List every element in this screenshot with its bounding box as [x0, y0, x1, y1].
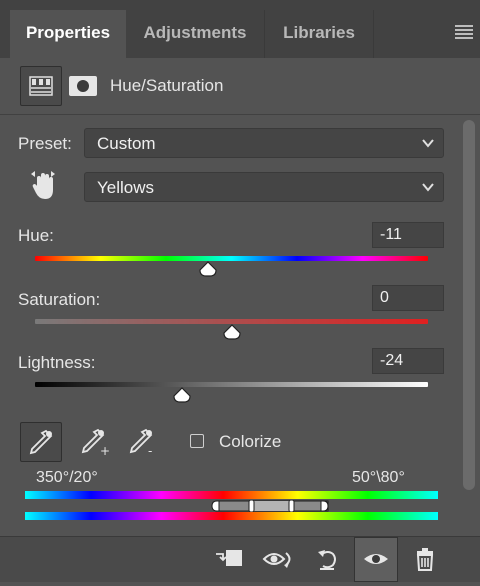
- channel-value: Yellows: [97, 178, 155, 197]
- tab-separator: [373, 10, 374, 58]
- lightness-value: -24: [380, 352, 404, 369]
- hue-input[interactable]: -11: [372, 222, 444, 248]
- svg-text:+: +: [100, 444, 110, 458]
- range-left-label: 350°/20°: [36, 469, 98, 486]
- eyedropper-icon[interactable]: [20, 422, 62, 462]
- hue-value: -11: [380, 226, 402, 243]
- input-color-bar: [25, 491, 438, 499]
- preset-value: Custom: [97, 134, 156, 153]
- hue-saturation-adjustment-icon[interactable]: [20, 66, 62, 106]
- colorize-label[interactable]: Colorize: [219, 432, 281, 452]
- channel-select[interactable]: Yellows: [84, 172, 444, 202]
- saturation-value: 0: [380, 289, 389, 306]
- svg-text:-: -: [148, 444, 152, 458]
- scrollbar-thumb[interactable]: [463, 120, 475, 490]
- preset-label: Preset:: [18, 134, 72, 153]
- tab-adjustments[interactable]: Adjustments: [126, 10, 264, 58]
- header-divider: [0, 114, 480, 115]
- range-right-label: 50°\80°: [352, 469, 405, 486]
- panel-tab-bar: Properties Adjustments Libraries: [0, 0, 480, 58]
- hue-slider-thumb[interactable]: [198, 261, 218, 277]
- delete-adjustment-icon[interactable]: [412, 546, 440, 572]
- lightness-slider-thumb[interactable]: [172, 387, 192, 403]
- on-image-adjustment-hand-icon[interactable]: [28, 170, 58, 202]
- chevron-down-icon: [422, 183, 434, 192]
- lightness-label: Lightness:: [18, 353, 96, 372]
- tab-properties[interactable]: Properties: [10, 10, 126, 58]
- hamburger-icon[interactable]: [455, 25, 473, 39]
- saturation-slider-thumb[interactable]: [222, 324, 242, 340]
- chevron-down-icon: [422, 139, 434, 148]
- adjustment-title: Hue/Saturation: [110, 76, 224, 95]
- saturation-label: Saturation:: [18, 290, 101, 309]
- clip-to-layer-icon[interactable]: [214, 546, 242, 572]
- view-previous-state-icon[interactable]: [262, 546, 296, 572]
- saturation-input[interactable]: 0: [372, 285, 444, 311]
- lightness-input[interactable]: -24: [372, 348, 444, 374]
- color-range-bar[interactable]: [210, 499, 330, 513]
- colorize-checkbox[interactable]: [190, 434, 204, 448]
- preset-select[interactable]: Custom: [84, 128, 444, 158]
- hue-label: Hue:: [18, 226, 54, 245]
- layer-mask-icon[interactable]: [68, 74, 98, 98]
- subtract-from-sample-eyedropper-icon[interactable]: -: [124, 422, 166, 462]
- hue-slider-track[interactable]: [35, 256, 428, 261]
- toggle-visibility-icon[interactable]: [354, 537, 398, 582]
- lightness-slider-track[interactable]: [35, 382, 428, 387]
- tab-libraries[interactable]: Libraries: [265, 10, 373, 58]
- add-to-sample-eyedropper-icon[interactable]: +: [76, 422, 118, 462]
- output-color-bar: [25, 512, 438, 520]
- reset-to-defaults-icon[interactable]: [314, 546, 342, 572]
- bottom-toolbar: [0, 536, 480, 582]
